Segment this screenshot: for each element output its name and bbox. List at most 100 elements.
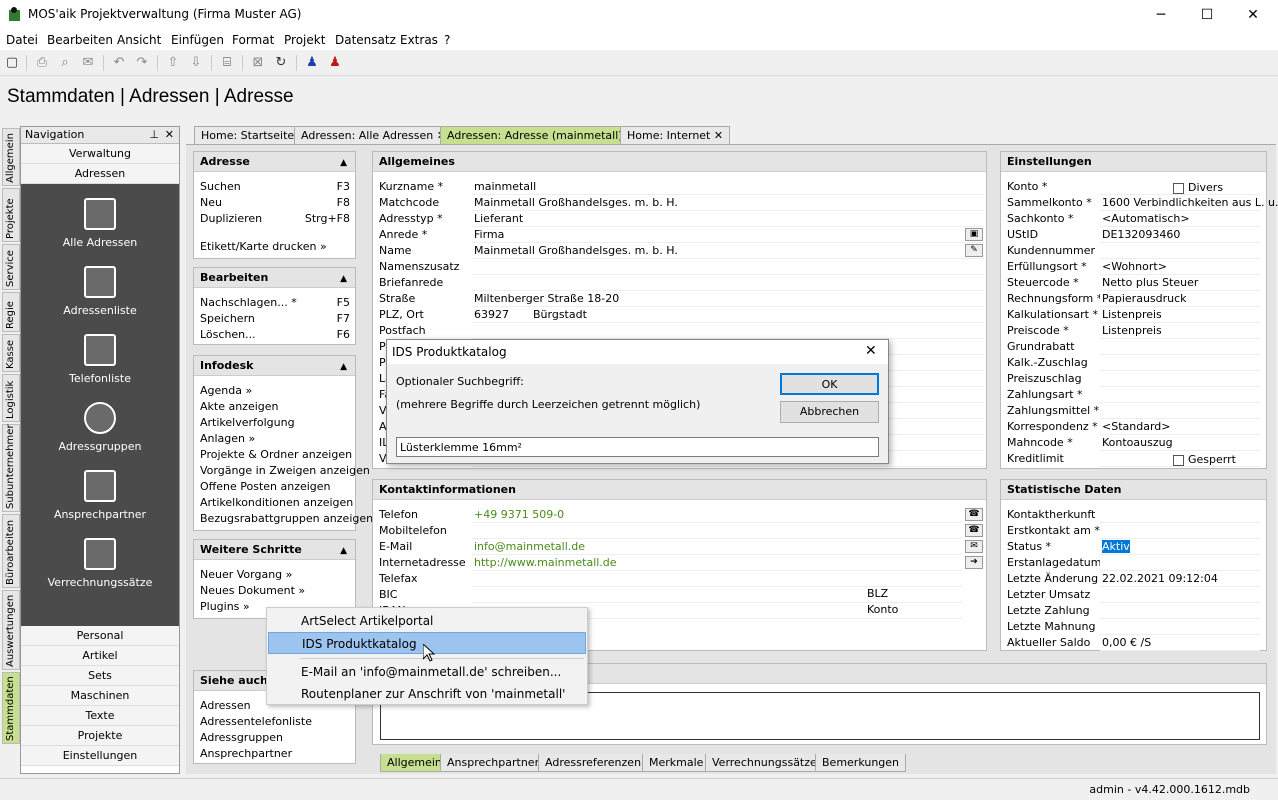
menu-bearbeiten[interactable]: Bearbeiten [47, 33, 113, 47]
field-value[interactable]: Netto plus Steuer [1100, 276, 1260, 291]
refresh-icon[interactable]: ↻ [273, 55, 289, 71]
field-value[interactable] [1100, 556, 1260, 571]
field-value[interactable]: Listenpreis [1100, 324, 1260, 339]
tab-adresse-mainmetall[interactable]: Adressen: Adresse (mainmetall) ✕ [440, 126, 643, 144]
field-value[interactable]: Lieferant [472, 212, 984, 227]
collapse-icon[interactable]: ▲ [340, 358, 347, 377]
print-icon[interactable]: ⎙ [34, 55, 50, 71]
field-value[interactable]: http://www.mainmetall.de [472, 556, 962, 571]
cancel-button[interactable]: Abbrechen [780, 401, 879, 423]
field-value[interactable] [472, 524, 962, 539]
close-window-button[interactable]: ✕ [1230, 0, 1276, 30]
task-bezugsrabattgruppen[interactable]: Bezugsrabattgruppen anzeigen [200, 512, 373, 525]
field-value[interactable] [472, 324, 984, 339]
nav-alle-adressen[interactable]: Alle Adressen [21, 198, 179, 249]
field-value[interactable]: Mainmetall Großhandelsges. m. b. H. [472, 244, 984, 259]
ok-button[interactable]: OK [780, 373, 879, 395]
collapse-icon[interactable]: ▲ [340, 154, 347, 173]
vtab-stammdaten[interactable]: Stammdaten [2, 672, 20, 744]
nav-telefonliste[interactable]: Telefonliste [21, 334, 179, 385]
nav-personal[interactable]: Personal [21, 626, 179, 646]
btab-allgemein[interactable]: Allgemein [380, 754, 449, 772]
field-value[interactable] [472, 276, 984, 291]
btab-bemerkungen[interactable]: Bemerkungen [815, 754, 907, 772]
vtab-kasse[interactable]: Kasse [2, 334, 20, 372]
btab-adressreferenzen[interactable]: Adressreferenzen [538, 754, 649, 772]
arrow-down-icon[interactable]: ⇩ [188, 55, 204, 71]
task-loeschen[interactable]: Löschen... F6 [200, 328, 350, 341]
tab-home-startseite[interactable]: Home: Startseite [194, 126, 302, 144]
task-projekte-ordner[interactable]: Projekte & Ordner anzeigen [200, 448, 352, 461]
task-vorgaenge[interactable]: Vorgänge in Zweigen anzeigen [200, 464, 370, 477]
task-offene-posten[interactable]: Offene Posten anzeigen [200, 480, 331, 493]
vtab-bueroarbeiten[interactable]: Büroarbeiten [2, 514, 20, 588]
anrede-picker-icon[interactable]: ▣ [965, 228, 983, 241]
field-value[interactable] [1100, 620, 1260, 635]
divers-checkbox[interactable]: Divers [1173, 181, 1223, 194]
field-value[interactable]: <Automatisch> [1100, 212, 1260, 227]
task-neu[interactable]: Neu F8 [200, 196, 350, 209]
nav-verwaltung[interactable]: Verwaltung [21, 144, 179, 164]
collapse-icon[interactable]: ▲ [340, 542, 347, 561]
task-nachschlagen[interactable]: Nachschlagen... * F5 [200, 296, 350, 309]
link-adressgruppen[interactable]: Adressgruppen [200, 731, 283, 744]
user-blue-icon[interactable]: ♟ [304, 55, 320, 71]
menu-help[interactable]: ? [444, 33, 450, 47]
field-value[interactable]: +49 9371 509-0 [472, 508, 962, 523]
menu-einfuegen[interactable]: Einfügen [171, 33, 224, 47]
mail-icon[interactable]: ✉ [80, 55, 96, 71]
ort-field[interactable]: Bürgstadt [531, 308, 985, 321]
nav-projekte[interactable]: Projekte [21, 726, 179, 746]
field-value[interactable] [1100, 340, 1260, 355]
user-red-icon[interactable]: ♟ [327, 55, 343, 71]
field-value[interactable] [1100, 244, 1260, 259]
vtab-subunternehmer[interactable]: Subunternehmer [2, 424, 20, 512]
nav-verrechnungssaetze[interactable]: Verrechnungssätze [21, 538, 179, 589]
menu-format[interactable]: Format [232, 33, 274, 47]
field-value[interactable]: 0,00 € /S [1100, 636, 1260, 651]
dialog-close-button[interactable]: ✕ [865, 343, 877, 359]
open-url-icon[interactable]: ➔ [965, 556, 983, 569]
field-value[interactable]: mainmetall [472, 180, 984, 195]
field-value[interactable]: Miltenberger Straße 18-20 [472, 292, 984, 307]
field-value[interactable]: 22.02.2021 09:12:04 [1100, 572, 1260, 587]
field-value[interactable] [472, 588, 962, 603]
field-value[interactable]: Mainmetall Großhandelsges. m. b. H. [472, 196, 984, 211]
link-adressentelefonliste[interactable]: Adressentelefonliste [200, 715, 312, 728]
menu-artselect[interactable]: ArtSelect Artikelportal [268, 610, 586, 632]
preview-icon[interactable]: ⌕ [57, 55, 73, 71]
minimize-button[interactable]: ─ [1138, 0, 1184, 30]
nav-adressen[interactable]: Adressen [21, 164, 179, 184]
tab-home-internet[interactable]: Home: Internet ✕ [620, 126, 731, 144]
mobile-dial-icon[interactable]: ☎ [965, 524, 983, 537]
menu-datei[interactable]: Datei [6, 33, 38, 47]
task-plugins[interactable]: Plugins » [200, 600, 250, 613]
field-value[interactable]: <Standard> [1100, 420, 1260, 435]
field-value[interactable]: <Wohnort> [1100, 260, 1260, 275]
task-artikelkonditionen[interactable]: Artikelkonditionen anzeigen [200, 496, 353, 509]
field-value[interactable] [1100, 588, 1260, 603]
collapse-icon[interactable]: ▲ [340, 270, 347, 289]
search-doc-icon[interactable]: ⌸ [219, 55, 235, 71]
task-artikelverfolgung[interactable]: Artikelverfolgung [200, 416, 295, 429]
nav-sets[interactable]: Sets [21, 666, 179, 686]
nav-adressenliste[interactable]: Adressenliste [21, 266, 179, 317]
vtab-allgemein[interactable]: Allgemein [2, 128, 20, 186]
nav-maschinen[interactable]: Maschinen [21, 686, 179, 706]
link-adressen[interactable]: Adressen [200, 699, 251, 712]
nav-adressgruppen[interactable]: Adressgruppen [21, 402, 179, 453]
nav-artikel[interactable]: Artikel [21, 646, 179, 666]
field-value[interactable] [1100, 356, 1260, 371]
field-value[interactable]: Firma [472, 228, 984, 243]
menu-datensatz[interactable]: Datensatz [335, 33, 396, 47]
nav-texte[interactable]: Texte [21, 706, 179, 726]
field-value[interactable] [1100, 508, 1260, 523]
btab-merkmale[interactable]: Merkmale [642, 754, 711, 772]
redo-icon[interactable]: ↷ [134, 55, 150, 71]
field-value[interactable]: Papierausdruck [1100, 292, 1260, 307]
phone-dial-icon[interactable]: ☎ [965, 508, 983, 521]
task-etikett-drucken[interactable]: Etikett/Karte drucken » [200, 240, 327, 253]
field-value[interactable]: info@mainmetall.de [472, 540, 962, 555]
vtab-auswertungen[interactable]: Auswertungen [2, 590, 20, 670]
field-value[interactable]: Listenpreis [1100, 308, 1260, 323]
